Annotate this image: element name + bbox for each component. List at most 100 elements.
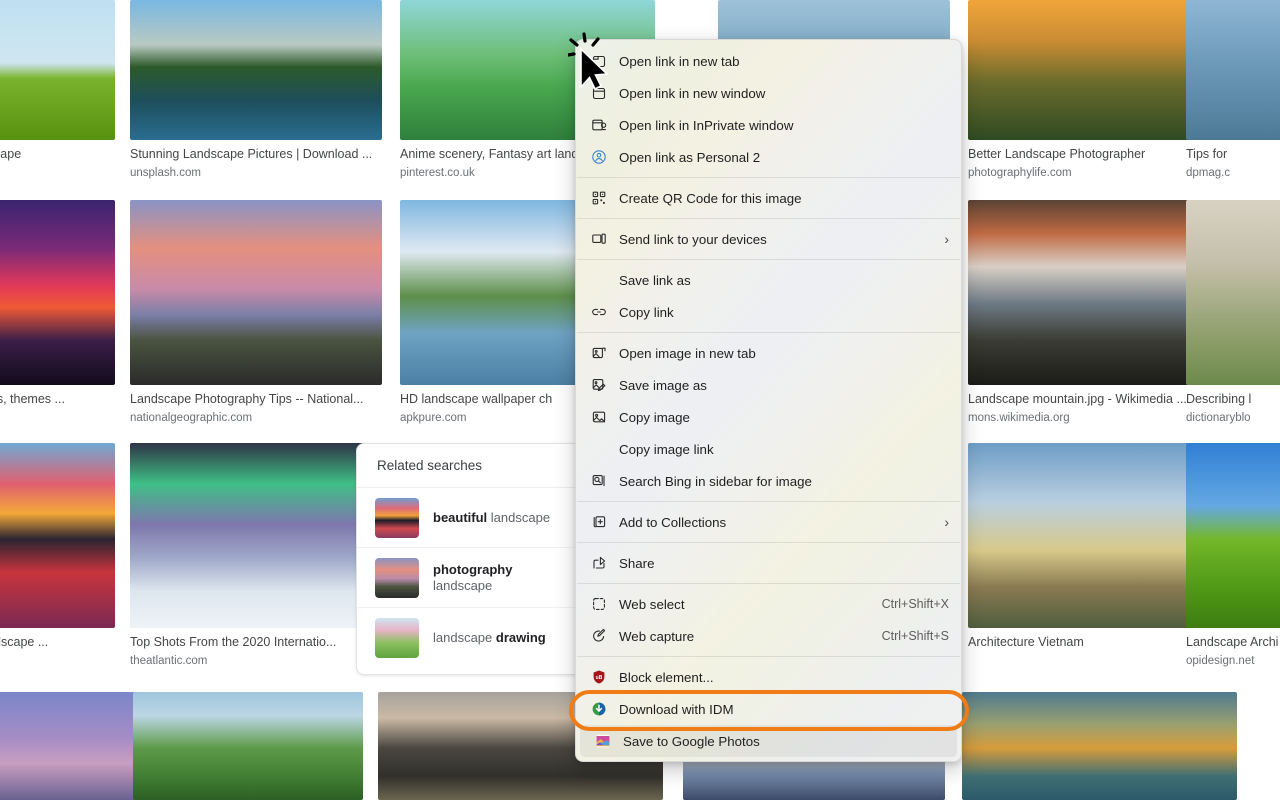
result-thumbnail-cherry-blossom-tree[interactable]: [0, 0, 115, 140]
menu-separator: [577, 656, 960, 657]
result-thumbnail-mount-hood-lake[interactable]: [130, 0, 382, 140]
result-item[interactable]: ul Landscape ...: [0, 443, 115, 651]
related-search-label: beautiful landscape: [433, 510, 550, 525]
menu-item-label: Open link in new window: [612, 86, 949, 101]
result-item[interactable]: Landscape Archi opidesign.net: [1186, 443, 1280, 668]
menu-item-download-with-idm[interactable]: Download with IDM: [576, 693, 961, 725]
result-item[interactable]: [133, 692, 363, 800]
menu-item-label: Copy image: [612, 410, 949, 425]
result-caption[interactable]: Landscape Photography Tips -- National..…: [130, 392, 382, 408]
result-caption[interactable]: Better Landscape Photographer: [968, 147, 1216, 163]
menu-item-copy-link[interactable]: Copy link: [576, 296, 961, 328]
result-caption[interactable]: Landscape: [0, 147, 115, 163]
menu-item-share[interactable]: Share: [576, 547, 961, 579]
menu-item-label: Copy link: [612, 305, 949, 320]
result-item[interactable]: Tips fordpmag.c: [1186, 0, 1280, 180]
result-thumbnail-purple-dusk[interactable]: [0, 692, 150, 800]
menu-item-save-to-google-photos[interactable]: Save to Google Photos: [580, 725, 957, 757]
menu-item-save-link-as[interactable]: Save link as: [576, 264, 961, 296]
result-item[interactable]: [0, 692, 150, 800]
send-to-devices-icon: [586, 229, 612, 249]
result-item[interactable]: Top Shots From the 2020 Internatio... the…: [130, 443, 382, 668]
menu-item-open-link-in-inprivate-window[interactable]: Open link in InPrivate window: [576, 109, 961, 141]
menu-item-block-element[interactable]: uBBlock element...: [576, 661, 961, 693]
menu-item-copy-image-link[interactable]: Copy image link: [576, 433, 961, 465]
result-item[interactable]: Landscapeom: [0, 0, 115, 180]
menu-item-shortcut: Ctrl+Shift+X: [882, 597, 949, 611]
menu-item-open-link-as-personal-2[interactable]: Open link as Personal 2: [576, 141, 961, 173]
related-search-item[interactable]: landscape drawing: [357, 608, 583, 668]
result-thumbnail-kashmir-garden[interactable]: [133, 692, 363, 800]
menu-item-label: Create QR Code for this image: [612, 191, 949, 206]
menu-item-open-link-in-new-window[interactable]: Open link in new window: [576, 77, 961, 109]
menu-item-label: Share: [612, 556, 949, 571]
result-caption[interactable]: Architecture Vietnam: [968, 635, 1216, 651]
result-thumbnail-sunset-road-art[interactable]: [0, 200, 115, 385]
result-domain: photographylife.com: [968, 166, 1216, 180]
result-thumbnail-golden-bridge[interactable]: [968, 443, 1216, 628]
result-item[interactable]: designs, themes ...: [0, 200, 115, 408]
menu-item-search-bing-in-sidebar-for-image[interactable]: Search Bing in sidebar for image: [576, 465, 961, 497]
menu-separator: [577, 761, 960, 762]
mouse-cursor-icon: [568, 32, 614, 92]
result-thumbnail-cliff-village[interactable]: [962, 692, 1237, 800]
result-item[interactable]: Describing ldictionaryblo: [1186, 200, 1280, 425]
result-item[interactable]: Landscape mountain.jpg - Wikimedia ...mo…: [968, 200, 1216, 425]
menu-item-send-link-to-your-devices[interactable]: Send link to your devices›: [576, 223, 961, 255]
result-thumbnail-misty-hills[interactable]: [1186, 200, 1280, 385]
menu-item-label: Web select: [612, 597, 870, 612]
result-caption[interactable]: Landscape Archi: [1186, 635, 1280, 651]
result-caption[interactable]: Tips for: [1186, 147, 1280, 163]
result-thumbnail-bliss-hill[interactable]: [1186, 443, 1280, 628]
result-thumbnail-prairie-road-clouds[interactable]: [130, 200, 382, 385]
menu-separator: [577, 218, 960, 219]
related-search-item[interactable]: beautiful landscape: [357, 488, 583, 548]
result-item[interactable]: Stunning Landscape Pictures | Download .…: [130, 0, 382, 180]
screen: Landscapeom Stunning Landscape Pictures |…: [0, 0, 1280, 800]
result-caption[interactable]: Landscape mountain.jpg - Wikimedia ...: [968, 392, 1216, 408]
menu-item-add-to-collections[interactable]: Add to Collections›: [576, 506, 961, 538]
menu-item-copy-image[interactable]: Copy image: [576, 401, 961, 433]
context-menu[interactable]: Open link in new tab Open link in new win…: [575, 39, 962, 762]
menu-item-web-select[interactable]: Web select Ctrl+Shift+X: [576, 588, 961, 620]
qr-code-icon: [586, 188, 612, 208]
menu-item-web-capture[interactable]: Web captureCtrl+Shift+S: [576, 620, 961, 652]
link-icon: [586, 302, 612, 322]
result-caption[interactable]: designs, themes ...: [0, 392, 115, 408]
share-icon: [586, 553, 612, 573]
menu-separator: [577, 583, 960, 584]
menu-item-open-link-in-new-tab[interactable]: Open link in new tab: [576, 45, 961, 77]
related-search-thumbnail: [375, 558, 419, 598]
result-caption[interactable]: Top Shots From the 2020 Internatio...: [130, 635, 382, 651]
menu-item-label: Save link as: [612, 273, 949, 288]
result-thumbnail-golden-valley[interactable]: [968, 0, 1216, 140]
result-caption[interactable]: Stunning Landscape Pictures | Download .…: [130, 147, 382, 163]
result-domain: theatlantic.com: [130, 654, 382, 668]
result-domain: opidesign.net: [1186, 654, 1280, 668]
result-thumbnail-tips-landscape[interactable]: [1186, 0, 1280, 140]
related-search-item[interactable]: photography landscape: [357, 548, 583, 608]
result-item[interactable]: Landscape Photography Tips -- National..…: [130, 200, 382, 425]
related-search-label: photography landscape: [433, 562, 573, 593]
result-domain: nationalgeographic.com: [130, 411, 382, 425]
menu-item-label: Open link as Personal 2: [612, 150, 949, 165]
save-image-icon: [586, 375, 612, 395]
menu-item-save-image-as[interactable]: Save image as: [576, 369, 961, 401]
menu-item-label: Open link in new tab: [612, 54, 949, 69]
result-item[interactable]: Better Landscape Photographer photography…: [968, 0, 1216, 180]
related-searches-card: Related searches beautiful landscapephot…: [356, 443, 584, 675]
menu-item-label: Download with IDM: [612, 702, 949, 717]
result-domain: unsplash.com: [130, 166, 382, 180]
related-search-thumbnail: [375, 498, 419, 538]
result-item[interactable]: Architecture Vietnam: [968, 443, 1216, 651]
result-thumbnail-aurora-trees[interactable]: [130, 443, 382, 628]
menu-item-open-image-in-new-tab[interactable]: Open image in new tab: [576, 337, 961, 369]
none: [586, 439, 612, 459]
result-caption[interactable]: Describing l: [1186, 392, 1280, 408]
result-thumbnail-red-sunset-lake[interactable]: [0, 443, 115, 628]
result-thumbnail-fitzroy-road[interactable]: [968, 200, 1216, 385]
result-item[interactable]: [962, 692, 1237, 800]
related-search-thumbnail: [375, 618, 419, 658]
result-caption[interactable]: ul Landscape ...: [0, 635, 115, 651]
menu-item-create-qr-code-for-this-image[interactable]: Create QR Code for this image: [576, 182, 961, 214]
